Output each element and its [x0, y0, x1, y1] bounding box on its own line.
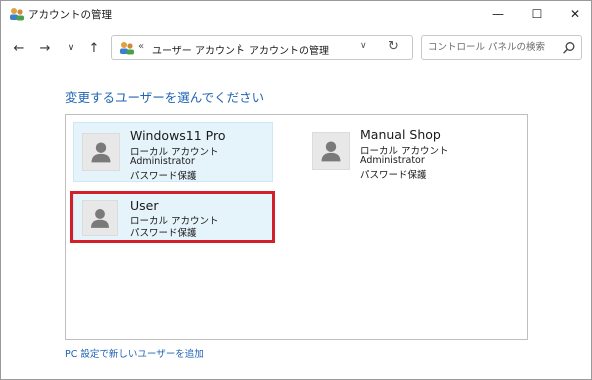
forward-button[interactable]: → — [35, 38, 55, 58]
account-tile-windows11-pro[interactable]: Windows11 Pro ローカル アカウント Administrator パ… — [73, 122, 273, 182]
overflow-chevron-icon[interactable]: « — [138, 41, 144, 52]
refresh-icon[interactable]: ↻ — [388, 39, 399, 54]
search-input[interactable] — [428, 39, 556, 56]
back-button[interactable]: ← — [9, 38, 29, 58]
breadcrumb-user-accounts[interactable]: ユーザー アカウント — [152, 42, 245, 57]
avatar — [312, 132, 350, 170]
page-heading: 変更するユーザーを選んでください — [65, 90, 265, 105]
close-button[interactable]: ✕ — [557, 1, 591, 27]
search-icon[interactable] — [562, 41, 576, 55]
breadcrumb-separator-icon[interactable]: › — [238, 41, 242, 52]
avatar — [82, 133, 120, 171]
account-name: Manual Shop — [360, 127, 441, 142]
account-role: Administrator — [360, 155, 425, 166]
account-protection: パスワード保護 — [360, 170, 427, 181]
account-protection: パスワード保護 — [130, 171, 197, 182]
selection-highlight-frame — [70, 191, 275, 243]
window-title: アカウントの管理 — [28, 9, 112, 21]
recent-locations-button[interactable]: ∨ — [61, 38, 81, 58]
user-accounts-icon — [10, 8, 24, 21]
search-box[interactable] — [421, 35, 582, 60]
user-avatar-icon — [321, 141, 341, 162]
address-dropdown-icon[interactable]: ∨ — [360, 41, 367, 51]
manage-accounts-window: アカウントの管理 — ☐ ✕ ← → ∨ ↑ « ユーザー アカウント › アカ… — [0, 0, 592, 380]
add-new-user-link[interactable]: PC 設定で新しいユーザーを追加 — [65, 346, 204, 360]
maximize-button[interactable]: ☐ — [519, 1, 555, 27]
minimize-button[interactable]: — — [480, 1, 516, 27]
account-tile-manual-shop[interactable]: Manual Shop ローカル アカウント Administrator パスワ… — [304, 122, 504, 182]
breadcrumb-manage-accounts[interactable]: アカウントの管理 — [249, 42, 329, 57]
user-avatar-icon — [91, 142, 111, 163]
account-role: Administrator — [130, 156, 195, 167]
account-name: Windows11 Pro — [130, 128, 226, 143]
title-bar: アカウントの管理 — ☐ ✕ — [1, 1, 591, 27]
user-accounts-icon — [120, 42, 134, 55]
up-button[interactable]: ↑ — [84, 38, 104, 58]
address-bar[interactable]: « ユーザー アカウント › アカウントの管理 ∨ ↻ — [111, 35, 413, 60]
